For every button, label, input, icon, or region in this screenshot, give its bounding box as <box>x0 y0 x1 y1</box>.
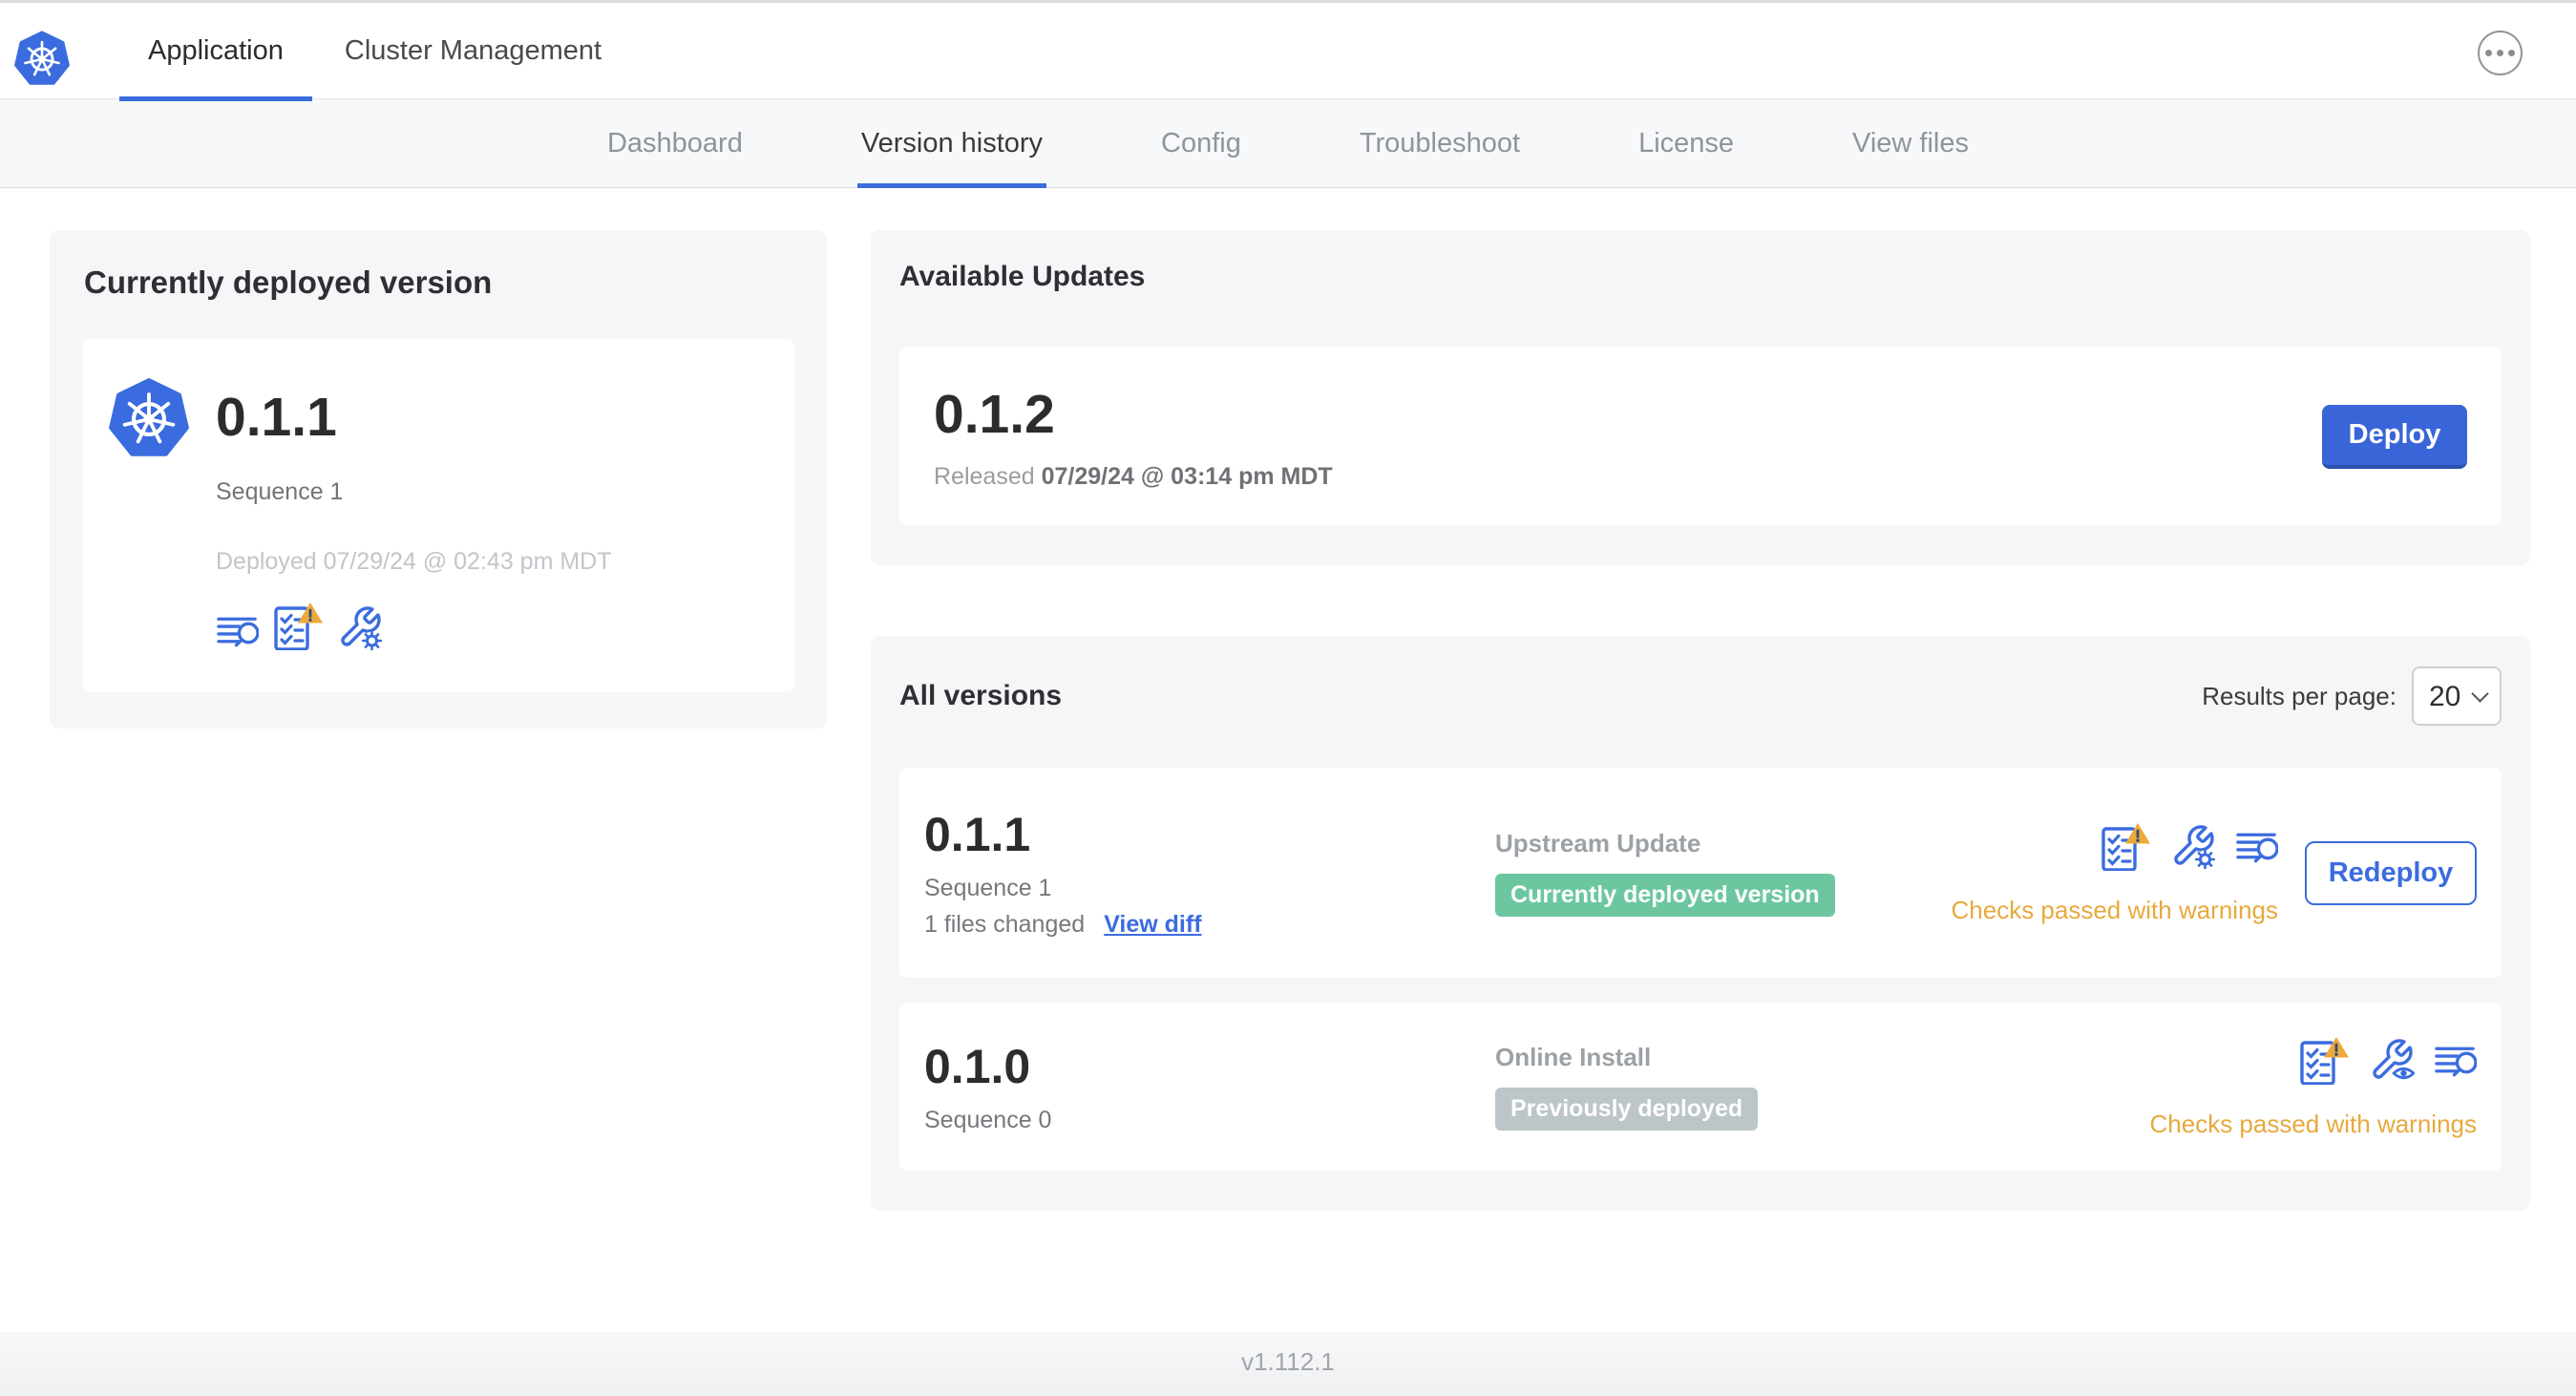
tab-cluster-management[interactable]: Cluster Management <box>314 3 632 98</box>
row-sequence: Sequence 1 <box>924 875 1052 901</box>
tab-application-label: Application <box>148 34 284 66</box>
results-per-page-select-wrap: 20 <box>2412 666 2502 726</box>
subnav-item-config[interactable]: Config <box>1102 99 1300 187</box>
view-diff-link[interactable]: View diff <box>1104 911 1201 939</box>
subnav-item-license[interactable]: License <box>1579 99 1793 187</box>
subnav-config-label: Config <box>1161 127 1241 159</box>
released-date: 07/29/24 @ 03:14 pm MDT <box>1041 463 1333 490</box>
preflight-checks-warning-icon[interactable] <box>272 601 324 650</box>
row-source: Online Install <box>1495 1043 1652 1071</box>
available-updates-panel: Available Updates 0.1.2 Released 07/29/2… <box>871 230 2530 565</box>
subnav-dashboard-label: Dashboard <box>606 127 743 159</box>
available-updates-title: Available Updates <box>899 261 1146 292</box>
version-row: 0.1.0 Sequence 0 Online Install Previous… <box>899 1003 2502 1171</box>
preflight-status-text: Checks passed with warnings <box>2149 1109 2478 1138</box>
deployed-timestamp: Deployed 07/29/24 @ 02:43 pm MDT <box>216 548 612 575</box>
release-notes-icon[interactable] <box>2235 826 2278 866</box>
results-per-page-label: Results per page: <box>2202 681 2397 710</box>
main-content: Currently deployed version 0.1.1 Sequenc… <box>0 188 2576 1332</box>
preflight-checks-warning-icon[interactable] <box>2298 1034 2350 1085</box>
status-badge: Previously deployed <box>1495 1088 1759 1131</box>
version-row: 0.1.1 Sequence 1 1 files changed View di… <box>899 768 2502 978</box>
release-notes-icon[interactable] <box>216 610 259 650</box>
kubernetes-app-icon <box>109 377 189 461</box>
all-versions-panel: All versions Results per page: 20 0.1.1 … <box>871 636 2530 1211</box>
currently-deployed-card: 0.1.1 Sequence 1 Deployed 07/29/24 @ 02:… <box>82 339 794 692</box>
redeploy-button[interactable]: Redeploy <box>2305 840 2477 905</box>
subnav-item-view-files[interactable]: View files <box>1793 99 2028 187</box>
row-sequence: Sequence 0 <box>924 1107 1052 1133</box>
subnav-license-label: License <box>1638 127 1735 159</box>
view-config-icon[interactable] <box>2369 1037 2415 1083</box>
deployed-sequence: Sequence 1 <box>216 478 344 505</box>
deploy-button[interactable]: Deploy <box>2322 405 2467 469</box>
subnav-troubleshoot-label: Troubleshoot <box>1359 127 1521 159</box>
row-files-changed: 1 files changed <box>924 911 1086 938</box>
row-source: Upstream Update <box>1495 829 1701 857</box>
preflight-checks-warning-icon[interactable] <box>2100 820 2151 871</box>
available-update-card: 0.1.2 Released 07/29/24 @ 03:14 pm MDT D… <box>899 347 2502 525</box>
subnav-item-troubleshoot[interactable]: Troubleshoot <box>1300 99 1579 187</box>
subnav-item-dashboard[interactable]: Dashboard <box>548 99 802 187</box>
all-versions-title: All versions <box>899 680 1063 711</box>
row-version-number: 0.1.0 <box>924 1040 1031 1093</box>
row-version-actions <box>2100 820 2278 871</box>
results-per-page-select[interactable]: 20 <box>2412 666 2502 726</box>
top-tabs: Application Cluster Management <box>117 3 632 101</box>
subnav-version-history-label: Version history <box>860 127 1044 159</box>
page-footer: v1.112.1 <box>0 1332 2576 1396</box>
status-badge: Currently deployed version <box>1495 874 1835 917</box>
edit-config-icon[interactable] <box>337 604 383 650</box>
update-released-timestamp: Released 07/29/24 @ 03:14 pm MDT <box>934 463 1333 491</box>
currently-deployed-panel: Currently deployed version 0.1.1 Sequenc… <box>50 230 827 729</box>
app-subnav: Dashboard Version history Config Trouble… <box>0 99 2576 188</box>
ellipsis-menu-icon[interactable] <box>2478 31 2523 75</box>
release-notes-icon[interactable] <box>2434 1040 2477 1080</box>
currently-deployed-title: Currently deployed version <box>84 264 493 300</box>
console-version: v1.112.1 <box>1241 1347 1335 1376</box>
row-version-number: 0.1.1 <box>924 808 1031 861</box>
deployed-version-number: 0.1.1 <box>216 387 337 448</box>
subnav-view-files-label: View files <box>1852 127 1970 159</box>
update-version-number: 0.1.2 <box>934 384 1055 445</box>
kubernetes-logo-icon <box>14 31 70 85</box>
subnav-item-version-history[interactable]: Version history <box>802 99 1102 188</box>
preflight-status-text: Checks passed with warnings <box>1951 895 2279 924</box>
tab-application[interactable]: Application <box>117 3 314 101</box>
edit-config-icon[interactable] <box>2170 823 2216 869</box>
row-version-actions <box>2298 1034 2477 1085</box>
released-label: Released <box>934 463 1035 490</box>
top-bar: Application Cluster Management <box>0 0 2576 101</box>
deployed-version-actions <box>216 601 612 650</box>
tab-cluster-management-label: Cluster Management <box>344 34 602 66</box>
